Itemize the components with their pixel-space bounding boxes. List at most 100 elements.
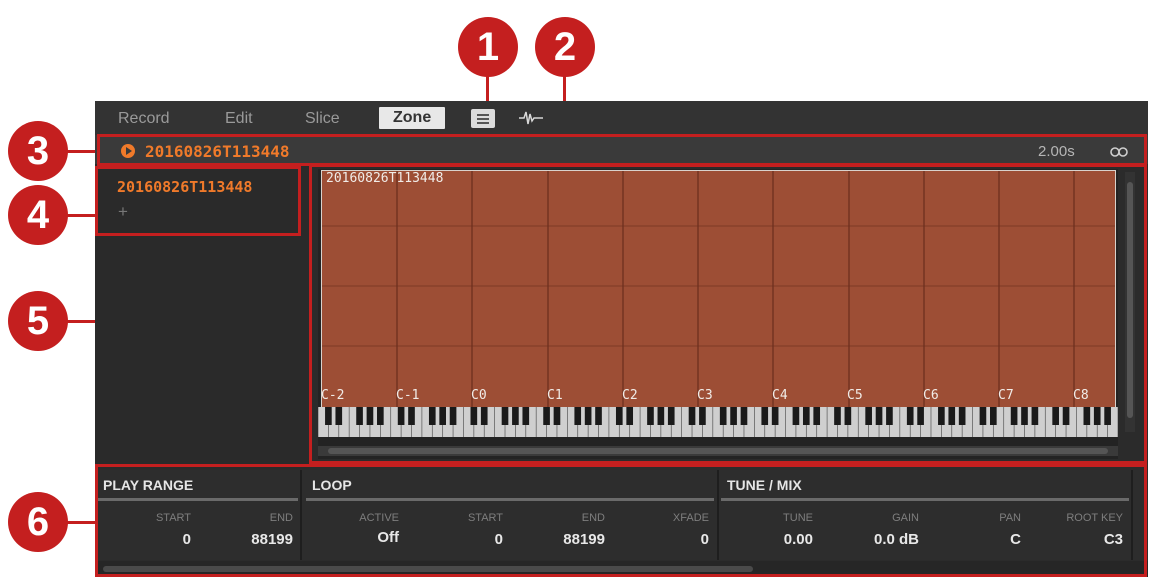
black-key (512, 407, 519, 425)
tab-slice[interactable]: Slice (305, 110, 340, 128)
black-key (875, 407, 883, 425)
play-icon[interactable] (121, 144, 135, 158)
black-key (1083, 407, 1091, 425)
zone-region[interactable] (321, 170, 1116, 409)
pan-value[interactable]: C (975, 531, 1021, 548)
black-key (439, 407, 446, 425)
note-label: C-2 (321, 388, 345, 403)
tab-edit[interactable]: Edit (225, 110, 253, 128)
black-key (428, 407, 436, 425)
note-label: C7 (998, 388, 1014, 403)
loop-xfade-value[interactable]: 0 (635, 531, 709, 548)
loop-start-value[interactable]: 0 (435, 531, 503, 548)
black-key (397, 407, 405, 425)
section-divider (1131, 470, 1133, 560)
header-underline (721, 498, 1129, 501)
header-underline (98, 498, 298, 501)
loop-end-label: END (581, 512, 605, 524)
callout-marker-4: 4 (8, 185, 68, 245)
play-range-header: PLAY RANGE (103, 477, 194, 493)
black-key (990, 407, 997, 425)
note-label: C8 (1073, 388, 1089, 403)
loop-end-value[interactable]: 88199 (535, 531, 605, 548)
header-underline (306, 498, 714, 501)
loop-xfade-label: XFADE (672, 512, 709, 524)
vertical-scrollbar[interactable] (1125, 172, 1135, 432)
black-key (584, 407, 592, 425)
black-key (865, 407, 872, 425)
piano-keyboard[interactable] (318, 407, 1118, 437)
callout-line-4 (66, 214, 98, 217)
waveform-icon[interactable] (519, 110, 543, 126)
note-label: C5 (847, 388, 863, 403)
play-start-value[interactable]: 0 (135, 531, 191, 548)
note-label: C3 (697, 388, 713, 403)
black-key (543, 407, 550, 425)
black-key (1021, 407, 1028, 425)
black-key (906, 407, 914, 425)
play-start-label: START (155, 512, 191, 524)
black-key (688, 407, 696, 425)
sample-name: 20160826T113448 (145, 142, 290, 161)
horizontal-scrollbar[interactable] (318, 446, 1118, 456)
section-divider (300, 470, 302, 560)
play-end-value[interactable]: 88199 (225, 531, 293, 548)
black-key (595, 407, 602, 425)
black-key (377, 407, 384, 425)
black-key (958, 407, 966, 425)
callout-marker-2: 2 (535, 17, 595, 77)
note-label: C1 (547, 388, 563, 403)
black-key (553, 407, 561, 425)
bottom-scrollbar[interactable] (95, 561, 1148, 577)
black-key (647, 407, 654, 425)
callout-marker-1: 1 (458, 17, 518, 77)
callout-line-3 (66, 150, 98, 153)
zone-list-item[interactable]: 20160826T113448 (117, 178, 252, 196)
tune-label: TUNE (783, 512, 813, 524)
black-key (470, 407, 478, 425)
zone-grid (322, 171, 1115, 408)
black-key (667, 407, 675, 425)
black-key (522, 407, 530, 425)
section-divider (717, 470, 719, 560)
sampling-zone-panel: Record Edit Slice Zone 20160826T113448 2… (95, 101, 1148, 577)
loop-active-value[interactable]: Off (335, 529, 399, 546)
black-key (938, 407, 945, 425)
loop-start-label: START (467, 512, 503, 524)
black-key (761, 407, 769, 425)
black-key (574, 407, 582, 425)
black-key (834, 407, 841, 425)
black-key (408, 407, 415, 425)
list-menu-icon[interactable] (471, 109, 495, 128)
loop-header: LOOP (312, 477, 352, 493)
callout-line-6 (66, 521, 98, 524)
black-key (335, 407, 343, 425)
black-key (917, 407, 924, 425)
black-key (356, 407, 363, 425)
add-zone-button[interactable]: + (118, 202, 128, 222)
callout-marker-5: 5 (8, 291, 68, 351)
sample-duration: 2.00s (1038, 143, 1075, 160)
tab-record[interactable]: Record (118, 110, 170, 128)
loop-active-label: ACTIVE (359, 512, 399, 524)
gain-value[interactable]: 0.0 dB (855, 531, 919, 548)
black-key (1031, 407, 1039, 425)
black-key (813, 407, 821, 425)
tune-value[interactable]: 0.00 (755, 531, 813, 548)
black-key (886, 407, 893, 425)
black-key (626, 407, 634, 425)
black-key (449, 407, 457, 425)
link-icon[interactable] (1109, 147, 1129, 157)
black-key (480, 407, 488, 425)
black-key (844, 407, 852, 425)
note-label: C2 (622, 388, 638, 403)
note-label: C6 (923, 388, 939, 403)
black-key (730, 407, 737, 425)
note-label: C0 (471, 388, 487, 403)
play-end-label: END (269, 512, 293, 524)
black-key (802, 407, 810, 425)
tab-zone[interactable]: Zone (379, 107, 446, 129)
root-key-value[interactable]: C3 (1053, 531, 1123, 548)
black-key (1093, 407, 1101, 425)
pan-label: PAN (999, 512, 1021, 524)
